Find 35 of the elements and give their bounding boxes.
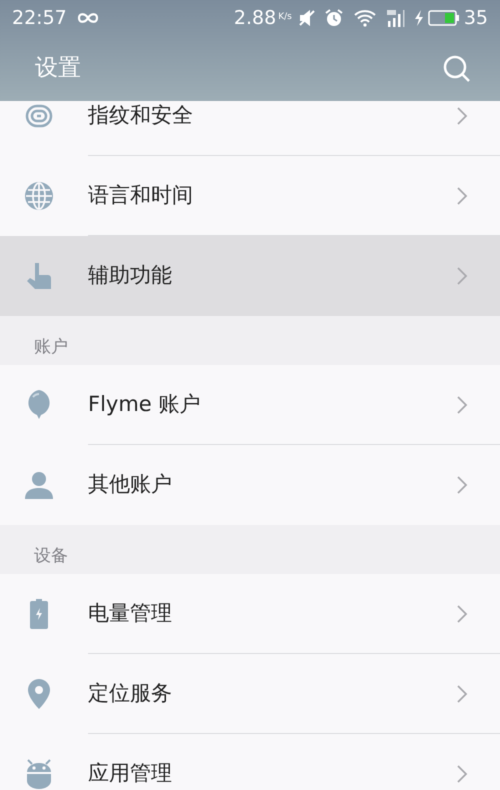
settings-row[interactable]: 辅助功能	[0, 236, 500, 316]
row-label: Flyme 账户	[88, 391, 202, 418]
section-header: 设备	[34, 544, 68, 568]
network-speed: 2.88	[234, 6, 276, 31]
page-title: 设置	[35, 54, 81, 84]
section-header: 账户	[34, 336, 68, 359]
chevron-right-icon	[456, 186, 468, 206]
chevron-right-icon	[456, 266, 468, 286]
chevron-right-icon	[456, 764, 468, 784]
chevron-right-icon	[456, 395, 468, 415]
row-label: 指纹和安全	[88, 102, 194, 130]
chevron-right-icon	[456, 684, 468, 704]
clock-time: 22:57	[12, 6, 67, 31]
row-label: 语言和时间	[88, 182, 194, 210]
person-icon	[24, 470, 54, 500]
chevron-right-icon	[456, 106, 468, 126]
chevron-right-icon	[456, 475, 468, 495]
row-label: 定位服务	[88, 680, 173, 708]
row-label: 电量管理	[88, 600, 173, 628]
chevron-right-icon	[456, 604, 468, 624]
battery-icon	[29, 599, 49, 629]
row-label: 应用管理	[88, 760, 173, 788]
charging-icon	[414, 9, 424, 27]
muted-speaker-icon	[298, 9, 316, 27]
robot-icon	[26, 759, 52, 789]
row-label: 其他账户	[88, 471, 173, 498]
battery-icon	[428, 10, 460, 26]
location-pin-icon	[27, 678, 51, 710]
battery-percent: 35	[464, 6, 488, 31]
wifi-icon	[354, 9, 376, 27]
speed-unit: K/s	[278, 11, 292, 24]
search-icon[interactable]	[442, 54, 472, 84]
row-label: 辅助功能	[88, 262, 173, 290]
globe-icon	[24, 181, 54, 211]
alarm-icon	[324, 8, 344, 28]
